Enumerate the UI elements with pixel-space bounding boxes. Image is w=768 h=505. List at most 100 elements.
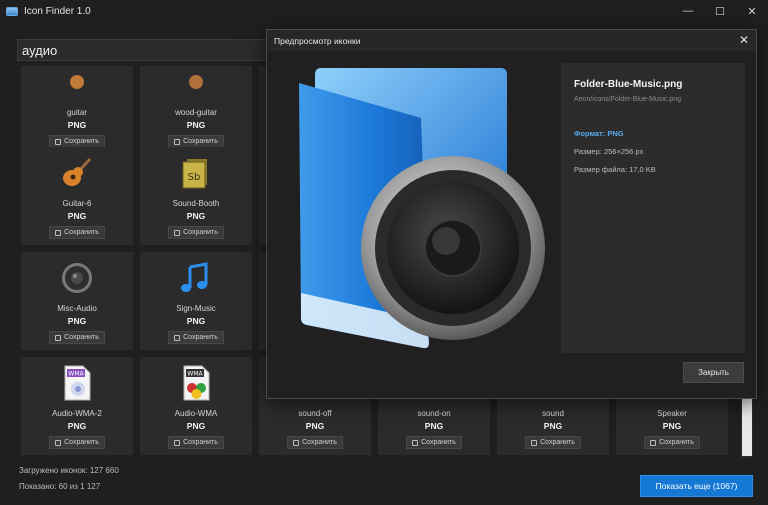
save-label: Сохранить xyxy=(64,229,99,236)
icon-name: Guitar-6 xyxy=(62,199,92,208)
guitar-icon xyxy=(57,153,97,193)
icon-format: PNG xyxy=(424,421,444,431)
preview-dialog: Предпросмотр иконки ✕ Folder-Blue-Music.… xyxy=(266,29,757,399)
guitar-icon xyxy=(57,66,97,102)
search-input[interactable] xyxy=(17,39,287,61)
maximize-button[interactable]: ☐ xyxy=(704,0,736,22)
floppy-icon xyxy=(531,439,538,446)
icon-name: Misc-Audio xyxy=(57,304,97,313)
floppy-icon xyxy=(55,138,62,145)
icon-format: PNG xyxy=(305,421,325,431)
icon-card-audio-wma-2[interactable]: WMA Audio-WMA-2 PNG Сохранить xyxy=(21,357,133,455)
icon-name: Sign-Music xyxy=(176,304,216,313)
dialog-title: Предпросмотр иконки xyxy=(274,35,361,46)
save-button[interactable]: Сохранить xyxy=(49,226,105,239)
wma-file-icon: WMA xyxy=(57,363,97,403)
dialog-close-icon[interactable]: ✕ xyxy=(736,32,752,48)
icon-name: guitar xyxy=(66,108,87,117)
icon-card-guitar[interactable]: guitar PNG Сохранить xyxy=(21,66,133,154)
icon-card-misc-audio[interactable]: Misc-Audio PNG Сохранить xyxy=(21,252,133,350)
wma-file-icon: WMA xyxy=(176,363,216,403)
icon-format: PNG xyxy=(67,120,87,130)
icon-card-sign-music[interactable]: Sign-Music PNG Сохранить xyxy=(140,252,252,350)
minimize-button[interactable]: — xyxy=(672,0,704,22)
floppy-icon xyxy=(412,439,419,446)
save-label: Сохранить xyxy=(659,439,694,446)
svg-text:WMA: WMA xyxy=(68,371,84,378)
icon-format: PNG xyxy=(186,120,206,130)
floppy-icon xyxy=(293,439,300,446)
speaker-icon xyxy=(57,258,97,298)
icon-name: Speaker xyxy=(657,409,687,418)
folder-blue-music-icon xyxy=(271,63,556,357)
save-button[interactable]: Сохранить xyxy=(525,436,581,449)
window-title: Icon Finder 1.0 xyxy=(24,5,91,17)
icon-format: PNG xyxy=(67,211,87,221)
floppy-icon xyxy=(174,229,181,236)
icon-card-guitar-6[interactable]: Guitar-6 PNG Сохранить xyxy=(21,147,133,245)
save-label: Сохранить xyxy=(421,439,456,446)
save-label: Сохранить xyxy=(183,138,218,145)
save-label: Сохранить xyxy=(64,138,99,145)
save-label: Сохранить xyxy=(183,334,218,341)
dialog-close-button[interactable]: Закрыть xyxy=(683,362,744,383)
icon-name: sound xyxy=(542,409,564,418)
icon-name: Sound-Booth xyxy=(172,199,220,208)
floppy-icon xyxy=(55,334,62,341)
save-label: Сохранить xyxy=(183,229,218,236)
guitar-icon xyxy=(176,66,216,102)
svg-text:WMA: WMA xyxy=(187,371,203,378)
file-format: Формат: PNG xyxy=(574,129,624,138)
icon-card-sound-booth[interactable]: Sb Sound-Booth PNG Сохранить xyxy=(140,147,252,245)
icon-card-audio-wma[interactable]: WMA Audio-WMA PNG Сохранить xyxy=(140,357,252,455)
save-button[interactable]: Сохранить xyxy=(168,436,224,449)
file-dimensions: Размер: 256×256 px xyxy=(574,147,644,156)
title-bar: Icon Finder 1.0 xyxy=(0,0,768,22)
floppy-icon xyxy=(174,439,181,446)
icon-format: PNG xyxy=(186,211,206,221)
music-note-icon xyxy=(176,258,216,298)
save-button[interactable]: Сохранить xyxy=(287,436,343,449)
save-button[interactable]: Сохранить xyxy=(49,436,105,449)
icon-name: sound-off xyxy=(298,409,332,418)
close-window-button[interactable]: ✕ xyxy=(736,0,768,22)
floppy-icon xyxy=(174,138,181,145)
icon-format: PNG xyxy=(67,316,87,326)
icon-format: PNG xyxy=(67,421,87,431)
icon-format: PNG xyxy=(186,316,206,326)
icon-name: Audio-WMA xyxy=(174,409,218,418)
soundbooth-icon: Sb xyxy=(176,153,216,193)
file-size: Размер файла: 17,0 KB xyxy=(574,165,656,174)
floppy-icon xyxy=(174,334,181,341)
file-path: Aeon/icons/Folder-Blue-Music.png xyxy=(574,96,681,103)
app-icon xyxy=(6,6,18,16)
save-label: Сохранить xyxy=(183,439,218,446)
save-button[interactable]: Сохранить xyxy=(644,436,700,449)
floppy-icon xyxy=(55,439,62,446)
svg-text:Sb: Sb xyxy=(188,172,201,183)
save-label: Сохранить xyxy=(64,334,99,341)
file-name: Folder-Blue-Music.png xyxy=(574,79,683,90)
save-button[interactable]: Сохранить xyxy=(168,331,224,344)
shown-count: Показано: 60 из 1 127 xyxy=(19,482,101,491)
floppy-icon xyxy=(650,439,657,446)
save-button[interactable]: Сохранить xyxy=(406,436,462,449)
save-label: Сохранить xyxy=(540,439,575,446)
show-more-button[interactable]: Показать еще (1067) xyxy=(640,475,753,497)
icon-name: Audio-WMA-2 xyxy=(52,409,102,418)
dialog-title-bar: Предпросмотр иконки xyxy=(267,30,756,51)
loaded-count: Загружено иконок: 127 660 xyxy=(19,466,119,475)
floppy-icon xyxy=(55,229,62,236)
save-button[interactable]: Сохранить xyxy=(168,226,224,239)
icon-name: sound-on xyxy=(417,409,451,418)
save-label: Сохранить xyxy=(64,439,99,446)
icon-card-wood-guitar[interactable]: wood-guitar PNG Сохранить xyxy=(140,66,252,154)
icon-format: PNG xyxy=(543,421,563,431)
icon-name: wood-guitar xyxy=(175,108,217,117)
save-label: Сохранить xyxy=(302,439,337,446)
icon-format: PNG xyxy=(662,421,682,431)
icon-format: PNG xyxy=(186,421,206,431)
save-button[interactable]: Сохранить xyxy=(49,331,105,344)
file-info-panel: Folder-Blue-Music.png Aeon/icons/Folder-… xyxy=(561,63,745,353)
scrollbar-thumb[interactable] xyxy=(742,392,752,456)
